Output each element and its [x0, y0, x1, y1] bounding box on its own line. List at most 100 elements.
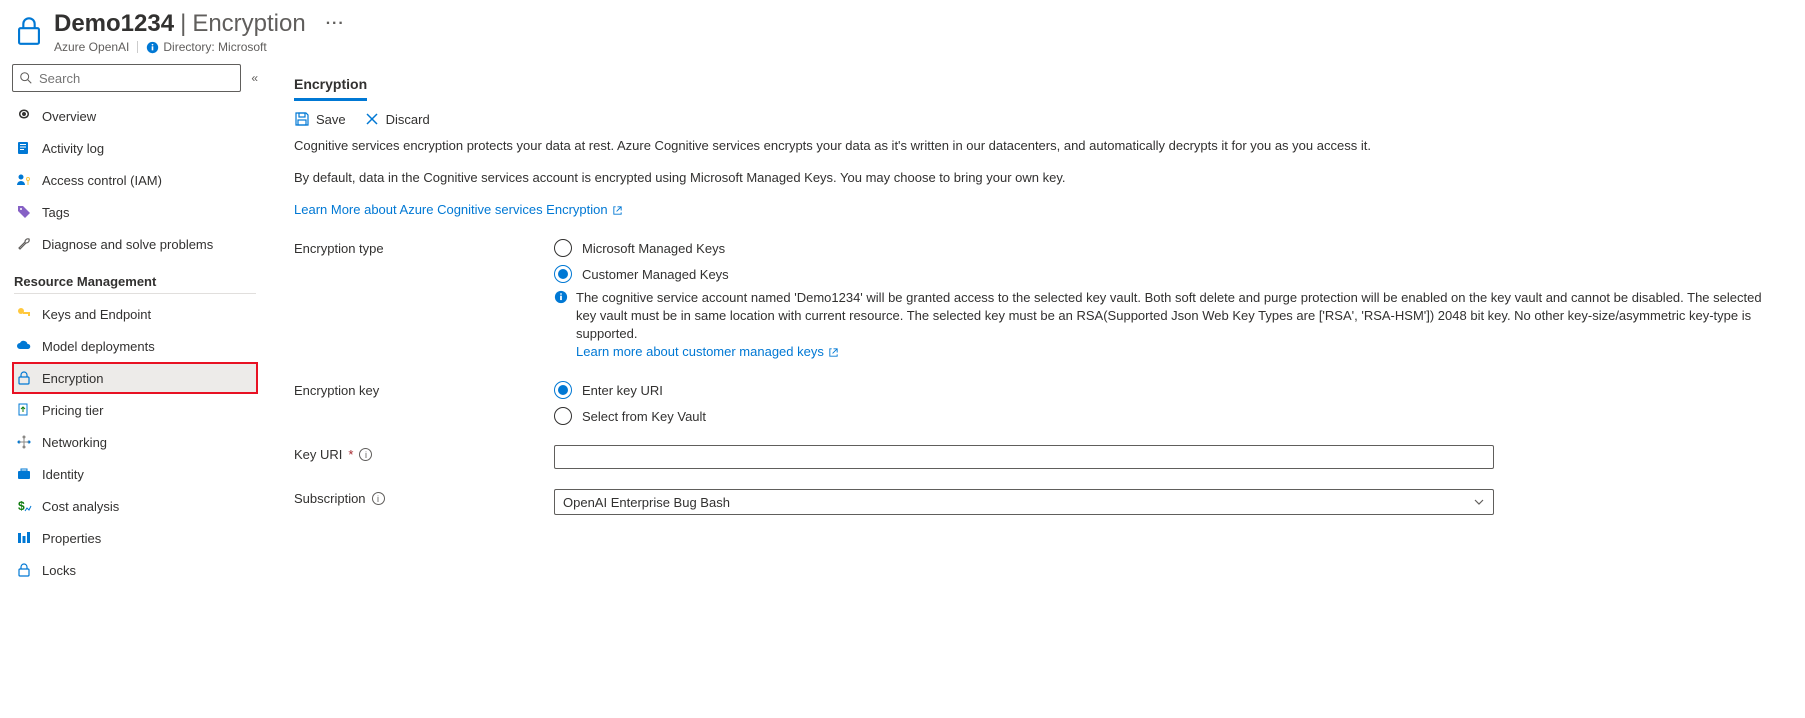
learn-more-cmk-link[interactable]: Learn more about customer managed keys — [576, 343, 839, 361]
sidebar-item-cost-analysis[interactable]: $ Cost analysis — [12, 490, 258, 522]
sidebar-item-label: Tags — [42, 205, 69, 220]
description-1: Cognitive services encryption protects y… — [294, 137, 1781, 155]
sidebar-item-properties[interactable]: Properties — [12, 522, 258, 554]
key-uri-row: Key URI * i — [294, 445, 1781, 469]
tab-encryption[interactable]: Encryption — [294, 70, 367, 101]
required-asterisk: * — [348, 447, 353, 462]
external-link-icon — [612, 205, 623, 216]
search-input[interactable] — [39, 71, 234, 86]
external-link-icon — [828, 347, 839, 358]
sidebar-item-pricing-tier[interactable]: Pricing tier — [12, 394, 258, 426]
subscription-label: Subscription — [294, 491, 366, 506]
bars-icon — [16, 530, 32, 546]
page-name: Encryption — [192, 10, 305, 38]
toolbar: Save Discard — [294, 111, 1781, 127]
tag-icon — [16, 204, 32, 220]
sidebar-section-resource-management: Resource Management — [14, 274, 256, 294]
sidebar-item-label: Keys and Endpoint — [42, 307, 151, 322]
directory-label: Directory: Microsoft — [163, 40, 266, 54]
sidebar-item-label: Pricing tier — [42, 403, 103, 418]
encryption-key-row: Encryption key Enter key URI Select from… — [294, 381, 1781, 425]
sidebar: « Overview Activity log Access control (… — [0, 58, 270, 586]
sidebar-item-label: Encryption — [42, 371, 103, 386]
subscription-select[interactable]: OpenAI Enterprise Bug Bash — [554, 489, 1494, 515]
info-icon[interactable]: i — [372, 492, 385, 505]
radio-label: Enter key URI — [582, 383, 663, 398]
overview-icon — [16, 108, 32, 124]
person-key-icon — [16, 172, 32, 188]
save-icon — [294, 111, 310, 127]
sidebar-item-access-control[interactable]: Access control (IAM) — [12, 164, 258, 196]
discard-label: Discard — [386, 112, 430, 127]
lock-icon — [16, 370, 32, 386]
radio-microsoft-managed-keys[interactable]: Microsoft Managed Keys — [554, 239, 1774, 257]
subscription-value: OpenAI Enterprise Bug Bash — [563, 495, 730, 510]
sidebar-item-networking[interactable]: Networking — [12, 426, 258, 458]
dollar-icon: $ — [16, 498, 32, 514]
sidebar-item-label: Identity — [42, 467, 84, 482]
radio-icon — [554, 407, 572, 425]
discard-icon — [364, 111, 380, 127]
info-icon — [554, 290, 568, 304]
briefcase-icon — [16, 466, 32, 482]
lock-outline-icon — [16, 562, 32, 578]
more-actions[interactable]: ··· — [326, 10, 345, 38]
sidebar-item-label: Activity log — [42, 141, 104, 156]
network-icon — [16, 434, 32, 450]
description-2: By default, data in the Cognitive servic… — [294, 169, 1781, 187]
resource-type: Azure OpenAI — [54, 40, 129, 54]
sidebar-item-label: Overview — [42, 109, 96, 124]
sidebar-item-diagnose[interactable]: Diagnose and solve problems — [12, 228, 258, 260]
radio-label: Customer Managed Keys — [582, 267, 729, 282]
radio-label: Microsoft Managed Keys — [582, 241, 725, 256]
radio-customer-managed-keys[interactable]: Customer Managed Keys — [554, 265, 1774, 283]
sidebar-item-label: Access control (IAM) — [42, 173, 162, 188]
sidebar-item-label: Model deployments — [42, 339, 155, 354]
cmk-info-text: The cognitive service account named 'Dem… — [576, 290, 1762, 341]
wrench-icon — [16, 236, 32, 252]
radio-icon — [554, 239, 572, 257]
discard-button[interactable]: Discard — [364, 111, 430, 127]
lock-icon — [12, 14, 46, 48]
radio-label: Select from Key Vault — [582, 409, 706, 424]
info-icon — [146, 41, 159, 54]
encryption-key-label: Encryption key — [294, 381, 554, 398]
search-icon — [19, 71, 33, 85]
doc-up-icon — [16, 402, 32, 418]
sidebar-item-overview[interactable]: Overview — [12, 100, 258, 132]
sidebar-item-tags[interactable]: Tags — [12, 196, 258, 228]
sidebar-item-label: Cost analysis — [42, 499, 119, 514]
radio-select-key-vault[interactable]: Select from Key Vault — [554, 407, 1774, 425]
radio-icon — [554, 381, 572, 399]
cmk-info-block: The cognitive service account named 'Dem… — [554, 289, 1764, 361]
key-uri-label: Key URI — [294, 447, 342, 462]
main-content: Encryption Save Discard Cognitive servic… — [270, 58, 1805, 586]
info-icon[interactable]: i — [359, 448, 372, 461]
save-label: Save — [316, 112, 346, 127]
key-uri-input[interactable] — [554, 445, 1494, 469]
collapse-sidebar-icon[interactable]: « — [251, 71, 258, 85]
tab-bar: Encryption — [294, 70, 1781, 101]
sidebar-item-model-deployments[interactable]: Model deployments — [12, 330, 258, 362]
radio-enter-key-uri[interactable]: Enter key URI — [554, 381, 1774, 399]
search-box[interactable] — [12, 64, 241, 92]
cloud-icon — [16, 338, 32, 354]
learn-more-encryption-link[interactable]: Learn More about Azure Cognitive service… — [294, 201, 623, 219]
subscription-row: Subscription i OpenAI Enterprise Bug Bas… — [294, 489, 1781, 515]
radio-icon — [554, 265, 572, 283]
sidebar-item-identity[interactable]: Identity — [12, 458, 258, 490]
sidebar-item-keys-endpoint[interactable]: Keys and Endpoint — [12, 298, 258, 330]
log-icon — [16, 140, 32, 156]
save-button[interactable]: Save — [294, 111, 346, 127]
sidebar-item-encryption[interactable]: Encryption — [12, 362, 258, 394]
sidebar-item-label: Diagnose and solve problems — [42, 237, 213, 252]
resource-name: Demo1234 — [54, 10, 174, 38]
sidebar-item-label: Networking — [42, 435, 107, 450]
svg-text:$: $ — [18, 499, 25, 513]
sidebar-item-label: Properties — [42, 531, 101, 546]
sidebar-item-locks[interactable]: Locks — [12, 554, 258, 586]
chevron-down-icon — [1473, 496, 1485, 508]
encryption-type-label: Encryption type — [294, 239, 554, 256]
sidebar-item-activity-log[interactable]: Activity log — [12, 132, 258, 164]
key-icon — [16, 306, 32, 322]
